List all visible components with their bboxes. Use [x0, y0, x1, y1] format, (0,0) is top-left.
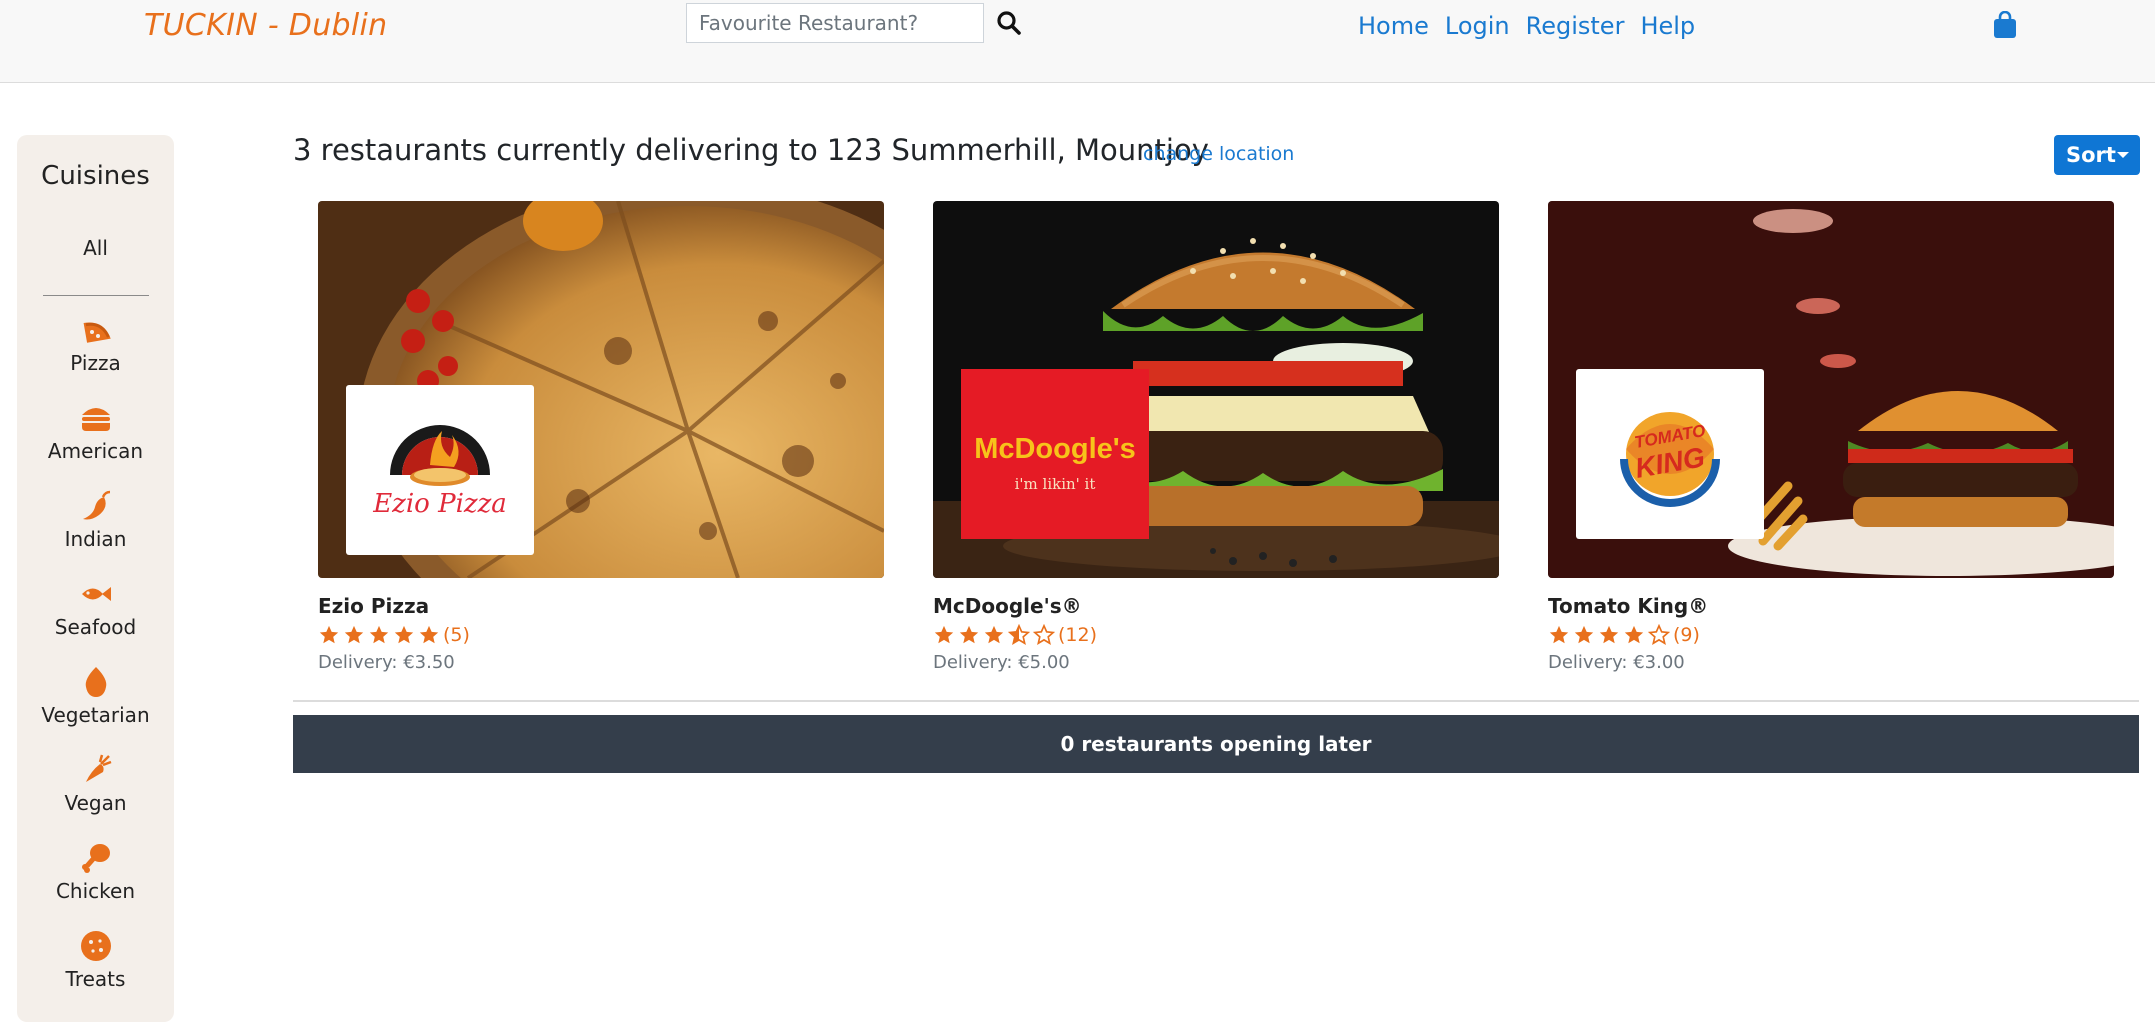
cuisine-item-vegan[interactable]: Vegan	[17, 753, 174, 815]
cuisine-label-vegetarian: Vegetarian	[41, 703, 150, 727]
star-full-icon	[984, 625, 1004, 644]
search-input[interactable]	[686, 3, 984, 43]
restaurant-logo: Ezio Pizza	[346, 385, 534, 555]
star-rating: (9)	[1548, 624, 2114, 646]
restaurant-name[interactable]: Tomato King®	[1548, 594, 2114, 618]
star-full-icon	[959, 625, 979, 644]
cuisine-label-seafood: Seafood	[54, 615, 137, 639]
delivery-fee: Delivery: €3.50	[318, 652, 455, 673]
restaurant-image[interactable]: Ezio Pizza	[318, 201, 884, 578]
rating-count: (9)	[1673, 624, 1700, 646]
cuisine-item-indian[interactable]: Indian	[17, 489, 174, 551]
star-full-icon	[1599, 625, 1619, 644]
star-empty-icon	[1033, 624, 1055, 645]
cookie-icon	[80, 931, 111, 961]
sort-dropdown-button[interactable]: Sort	[2054, 135, 2140, 175]
nav-links: Home Login Register Help	[1358, 12, 1695, 40]
sort-label: Sort	[2066, 143, 2116, 167]
restaurant-image[interactable]: TOMATO KING	[1548, 201, 2114, 578]
restaurant-image[interactable]: McDoogle's i'm likin' it	[933, 201, 1499, 578]
section-divider	[293, 700, 2139, 702]
cuisine-all[interactable]: All	[17, 236, 174, 260]
restaurant-logo: McDoogle's i'm likin' it	[961, 369, 1149, 539]
star-empty-icon	[1648, 624, 1670, 645]
nav-login-link[interactable]: Login	[1445, 12, 1510, 40]
cuisine-item-treats[interactable]: Treats	[17, 929, 174, 991]
cuisine-item-vegetarian[interactable]: Vegetarian	[17, 665, 174, 727]
star-rating: (5)	[318, 624, 884, 646]
pizza-icon	[83, 322, 111, 343]
cuisine-item-american[interactable]: American	[17, 401, 174, 463]
star-rating: (12)	[933, 624, 1499, 646]
brand-logo[interactable]: TUCKIN - Dublin	[144, 8, 387, 43]
star-full-icon	[1624, 625, 1644, 644]
restaurant-card[interactable]: McDoogle's i'm likin' it McDoogle's® (12…	[933, 201, 1499, 673]
star-full-icon	[1549, 625, 1569, 644]
logo-tagline: i'm likin' it	[1014, 475, 1096, 493]
star-full-icon	[419, 625, 439, 644]
logo-text: Ezio Pizza	[373, 489, 507, 519]
cuisine-sidebar: Cuisines All Pizza American Indian Seafo…	[17, 135, 174, 1022]
caret-down-icon	[2117, 152, 2129, 158]
star-full-icon	[319, 625, 339, 644]
cuisine-item-chicken[interactable]: Chicken	[17, 841, 174, 903]
cuisine-item-seafood[interactable]: Seafood	[17, 577, 174, 639]
navbar: TUCKIN - Dublin Home Login Register Help	[0, 0, 2155, 83]
search-icon[interactable]	[996, 10, 1024, 38]
cuisine-label-pizza: Pizza	[70, 351, 121, 375]
cuisine-label-indian: Indian	[64, 527, 127, 551]
restaurant-name[interactable]: McDoogle's®	[933, 594, 1499, 618]
star-full-icon	[394, 625, 414, 644]
restaurant-card[interactable]: TOMATO KING Tomato King® (9) Delivery: €…	[1548, 201, 2114, 673]
star-half-icon	[1008, 624, 1030, 645]
nav-help-link[interactable]: Help	[1640, 12, 1695, 40]
chili-pepper-icon	[82, 490, 110, 520]
cuisine-label-treats: Treats	[65, 967, 126, 991]
restaurant-logo: TOMATO KING	[1576, 369, 1764, 539]
page-title: 3 restaurants currently delivering to 12…	[293, 133, 1209, 167]
delivery-fee: Delivery: €3.00	[1548, 652, 1685, 673]
change-location-link[interactable]: change location	[1143, 143, 1294, 165]
opening-later-bar[interactable]: 0 restaurants opening later	[293, 715, 2139, 773]
cuisine-label-vegan: Vegan	[64, 791, 127, 815]
nav-home-link[interactable]: Home	[1358, 12, 1429, 40]
restaurant-card[interactable]: Ezio Pizza Ezio Pizza (5) Delivery: €3.5…	[318, 201, 884, 673]
star-full-icon	[1574, 625, 1594, 644]
rating-count: (12)	[1058, 624, 1098, 646]
star-full-icon	[344, 625, 364, 644]
star-full-icon	[934, 625, 954, 644]
egg-icon	[85, 667, 106, 697]
delivery-fee: Delivery: €5.00	[933, 652, 1070, 673]
carrot-icon	[83, 754, 111, 783]
sidebar-title: Cuisines	[41, 161, 150, 191]
cuisine-label-american: American	[47, 439, 144, 463]
restaurant-name[interactable]: Ezio Pizza	[318, 594, 884, 618]
rating-count: (5)	[443, 624, 470, 646]
logo-text: McDoogle's	[974, 433, 1136, 465]
drumstick-icon	[81, 844, 110, 873]
nav-register-link[interactable]: Register	[1526, 12, 1625, 40]
star-full-icon	[369, 625, 389, 644]
sidebar-divider	[43, 295, 149, 296]
cuisine-item-pizza[interactable]: Pizza	[17, 313, 174, 375]
cuisine-label-chicken: Chicken	[55, 879, 136, 903]
burger-icon	[81, 408, 110, 431]
shopping-bag-icon[interactable]	[1993, 10, 2017, 39]
fish-icon	[81, 587, 111, 601]
